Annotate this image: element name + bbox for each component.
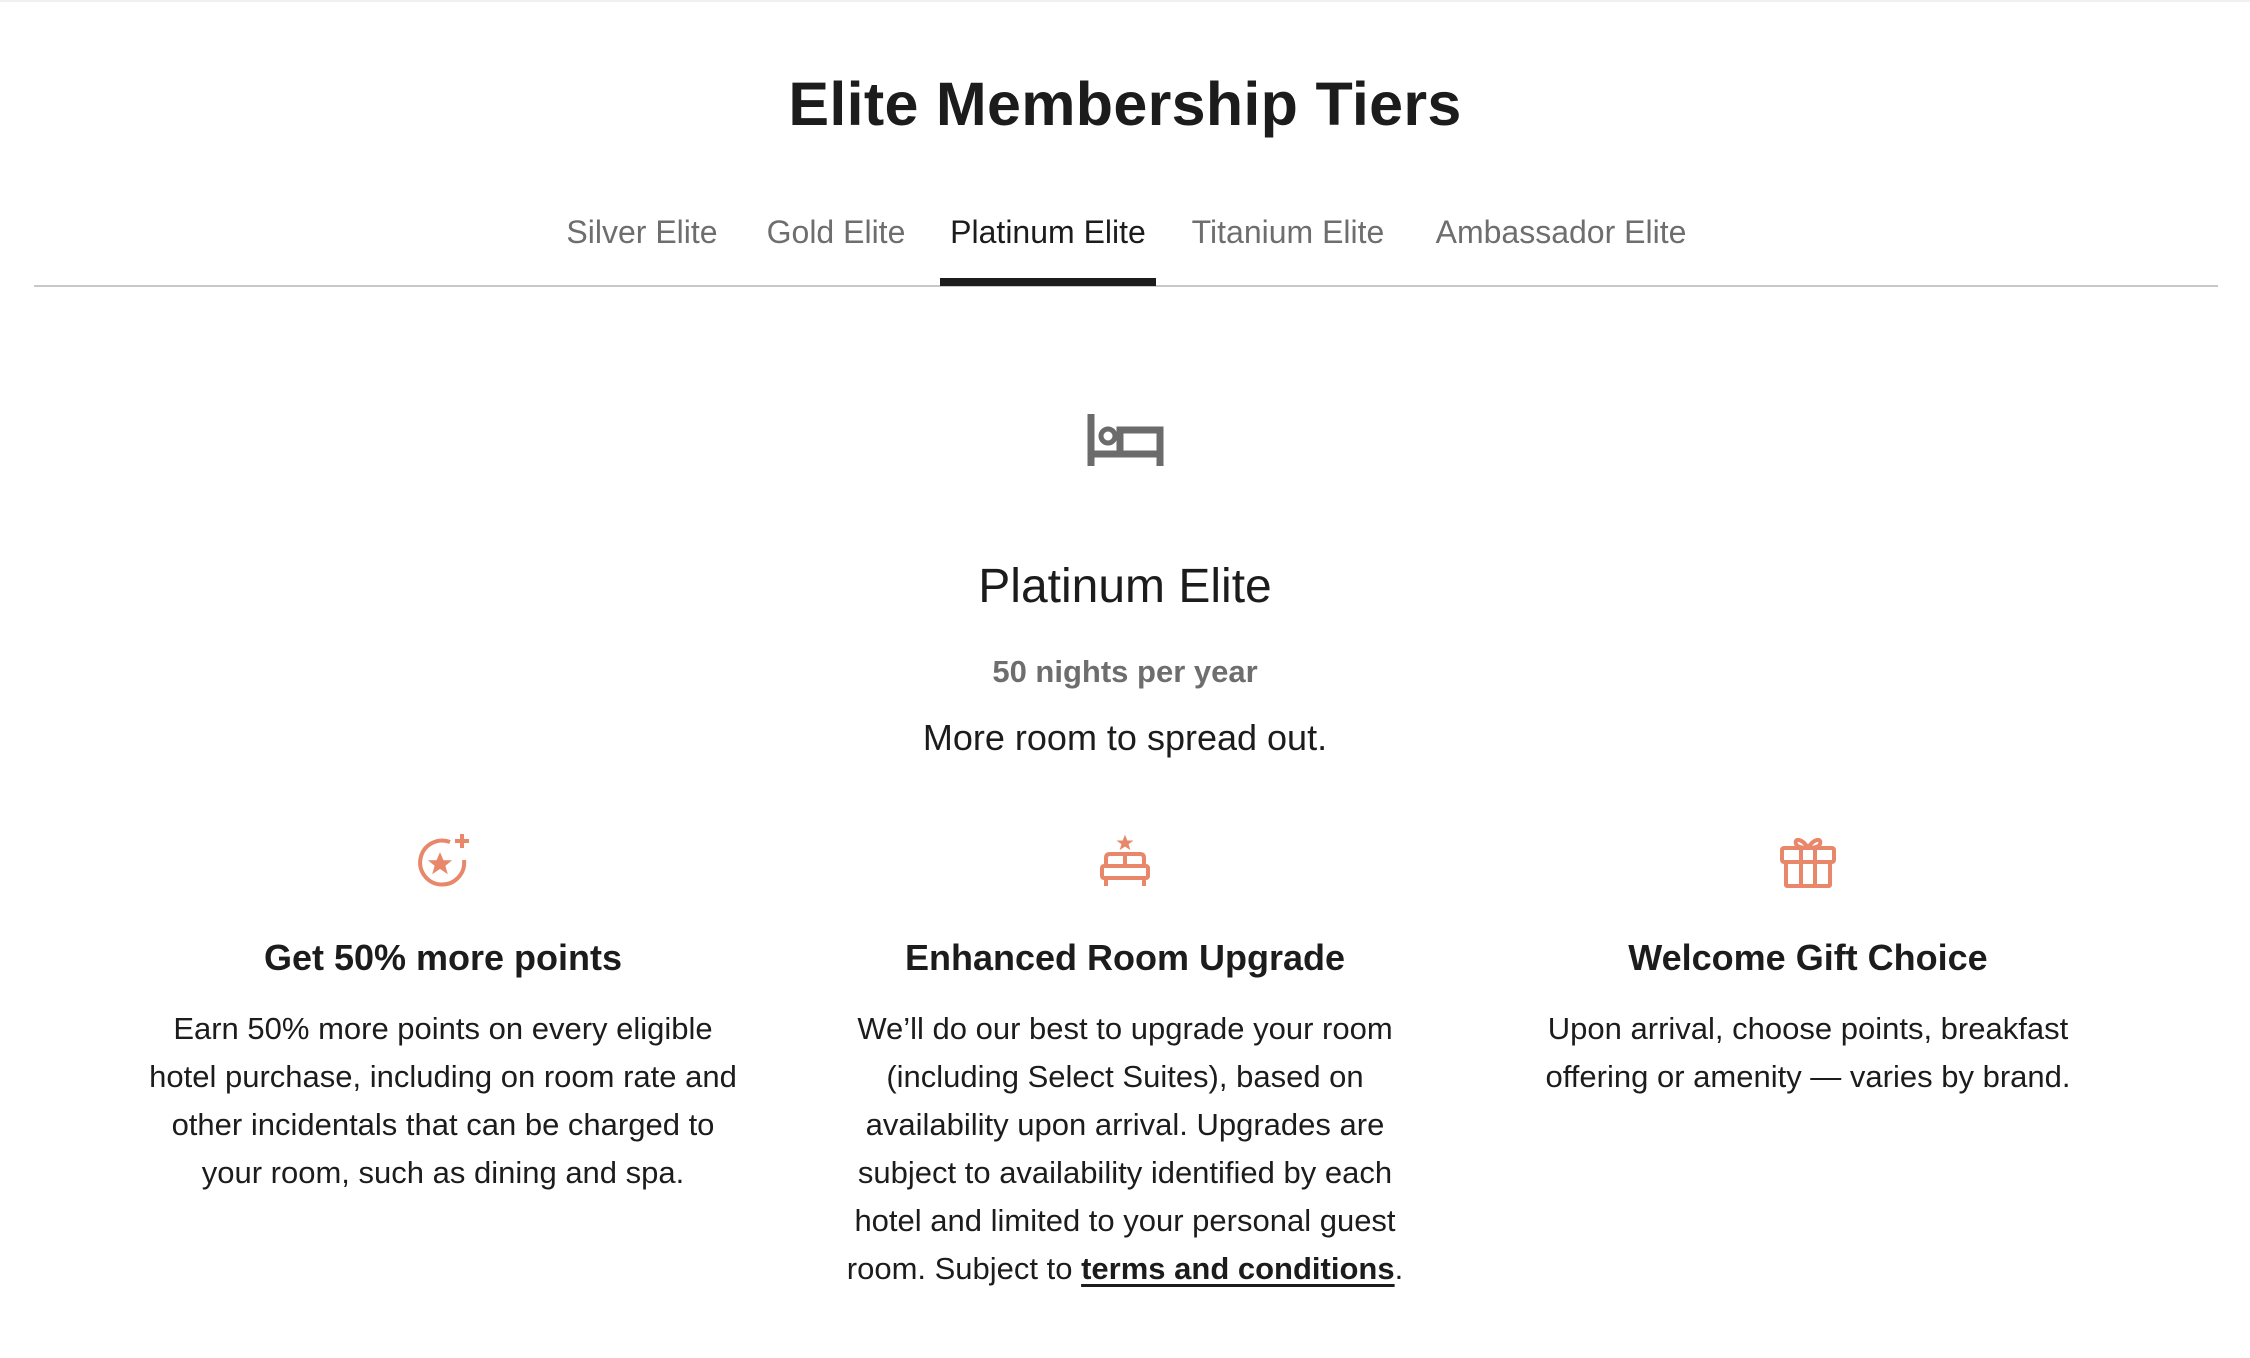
benefit-description: Upon arrival, choose points, breakfast o…: [1545, 1011, 2071, 1094]
benefit-description-text: We’ll do our best to upgrade your room (…: [846, 1011, 1396, 1286]
benefit-title: Get 50% more points: [263, 937, 623, 978]
tab-silver-elite[interactable]: Silver Elite: [566, 205, 718, 285]
tab-titanium-elite[interactable]: Titanium Elite: [1190, 205, 1386, 285]
benefit-title: Welcome Gift Choice: [1628, 937, 1988, 978]
benefit-description: Earn 50% more points on every eligible h…: [149, 1011, 737, 1190]
tier-name: Platinum Elite: [978, 560, 1272, 613]
top-border: [0, 0, 2250, 2]
bed-star-icon: [1100, 834, 1150, 886]
benefit-description-end: .: [1394, 1251, 1404, 1286]
benefit-card-room-upgrade: Enhanced Room Upgrade We’ll do our best …: [825, 830, 1425, 1286]
tab-platinum-elite[interactable]: Platinum Elite: [940, 205, 1156, 286]
benefit-title: Enhanced Room Upgrade: [904, 937, 1346, 978]
bed-icon: [1087, 414, 1164, 466]
benefit-description: We’ll do our best to upgrade your room (…: [825, 1005, 1425, 1293]
tier-tabs: Silver Elite Gold Elite Platinum Elite T…: [34, 205, 2218, 287]
tier-requirement: 50 nights per year: [992, 654, 1258, 689]
page-title: Elite Membership Tiers: [788, 70, 1462, 138]
tab-ambassador-elite[interactable]: Ambassador Elite: [1432, 205, 1690, 285]
terms-and-conditions-link[interactable]: terms and conditions: [1081, 1251, 1394, 1286]
star-plus-icon: [418, 834, 469, 887]
benefit-card-points: Get 50% more points Earn 50% more points…: [143, 830, 743, 1190]
tier-tagline: More room to spread out.: [922, 717, 1328, 758]
tab-gold-elite[interactable]: Gold Elite: [762, 205, 910, 285]
benefit-card-welcome-gift: Welcome Gift Choice Upon arrival, choose…: [1508, 830, 2108, 1094]
gift-icon: [1780, 837, 1836, 888]
